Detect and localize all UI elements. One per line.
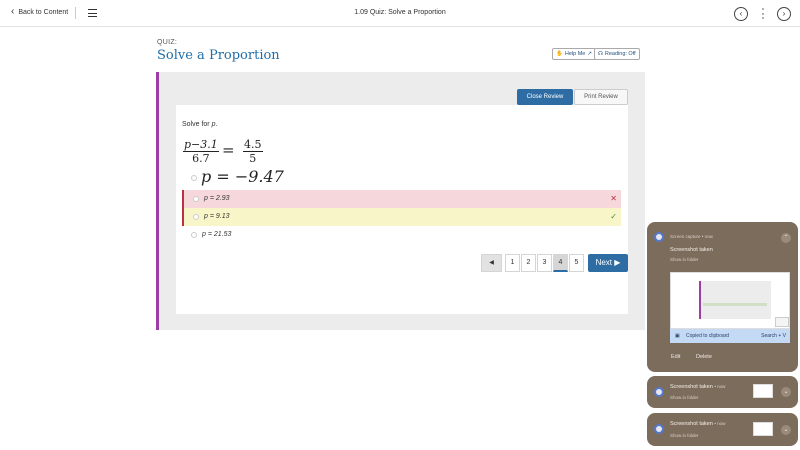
answer-option[interactable]: p = 21.53 xyxy=(182,226,621,244)
option-label: p = 9.13 xyxy=(204,213,230,220)
notification-meta: Screen capture • now xyxy=(670,234,713,239)
notification-title-row: Screenshot taken • now xyxy=(670,421,725,427)
page-5-button[interactable]: 5 xyxy=(569,254,584,272)
reading-label: Reading: Off xyxy=(604,51,636,57)
checkmark-icon: ✓ xyxy=(610,212,617,221)
answer-radio[interactable] xyxy=(193,196,199,202)
screen-capture-icon xyxy=(654,424,664,434)
answer-radio[interactable] xyxy=(191,232,197,238)
top-bar: ‹ Back to Content 1.09 Quiz: Solve a Pro… xyxy=(0,0,800,27)
edit-button[interactable]: Edit xyxy=(671,354,680,360)
link-icon: ↗ xyxy=(587,51,592,57)
paste-shortcut: Search + V xyxy=(761,333,786,339)
equals-sign: = xyxy=(222,141,235,159)
chevron-left-icon: ‹ xyxy=(739,9,743,18)
show-in-folder-link[interactable]: Show in folder xyxy=(670,257,699,262)
chevron-right-icon: › xyxy=(782,9,786,18)
headphones-icon: ☊ xyxy=(598,51,603,57)
answer-option-large[interactable]: p = −9.47 xyxy=(201,167,284,186)
copied-to-clipboard-bar: ▣ Copied to clipboard Search + V xyxy=(670,329,790,343)
help-label: Help Me xyxy=(564,51,586,57)
answer-option-wrong[interactable]: p = 2.93 ✕ xyxy=(182,190,621,208)
notification-title-row: Screenshot taken • now xyxy=(670,384,725,390)
option-label: p = 21.53 xyxy=(202,231,232,238)
next-activity-button[interactable]: › xyxy=(777,7,791,21)
collapse-icon[interactable]: ⌃ xyxy=(781,233,791,243)
quiz-name: Solve a Proportion xyxy=(157,48,280,63)
question-pager: ◀ 1 2 3 4 5 xyxy=(481,254,584,272)
previous-activity-button[interactable]: ‹ xyxy=(734,7,748,21)
notification-title: Screenshot taken xyxy=(670,384,713,390)
incorrect-x-icon: ✕ xyxy=(610,194,617,203)
right-denominator: 5 xyxy=(249,152,257,165)
page-2-button[interactable]: 2 xyxy=(521,254,536,272)
right-numerator: 4.5 xyxy=(243,138,263,152)
prompt-end: . xyxy=(215,121,218,128)
expand-icon[interactable]: ⌄ xyxy=(781,425,791,435)
right-fraction: 4.5 5 xyxy=(243,138,263,165)
print-review-button[interactable]: Print Review xyxy=(574,89,628,105)
page-4-button[interactable]: 4 xyxy=(553,254,568,272)
page-title: 1.09 Quiz: Solve a Proportion xyxy=(354,9,446,16)
notification-title: Screenshot taken xyxy=(670,421,713,427)
left-numerator: p−3.1 xyxy=(183,138,219,152)
quiz-label: QUIZ: xyxy=(157,39,178,46)
screenshot-notification[interactable]: Screenshot taken • now Show in folder ⌄ xyxy=(647,413,798,446)
delete-button[interactable]: Delete xyxy=(696,354,712,360)
notification-title: Screenshot taken xyxy=(670,247,713,253)
screenshot-thumbnail[interactable] xyxy=(753,422,773,436)
page-1-button[interactable]: 1 xyxy=(505,254,520,272)
show-in-folder-link[interactable]: Show in folder xyxy=(670,433,699,438)
show-in-folder-link[interactable]: Show in folder xyxy=(670,395,699,400)
page-3-button[interactable]: 3 xyxy=(537,254,552,272)
clipboard-icon: ▣ xyxy=(675,333,680,339)
left-denominator: 6.7 xyxy=(192,152,210,165)
copied-label: Copied to clipboard xyxy=(686,333,730,339)
screenshot-notification[interactable]: Screenshot taken • now Show in folder ⌄ xyxy=(647,376,798,408)
hand-icon: ✋ xyxy=(556,51,563,57)
answer-option-correct[interactable]: p = 9.13 ✓ xyxy=(182,208,621,226)
close-review-button[interactable]: Close Review xyxy=(517,89,573,105)
left-fraction: p−3.1 6.7 xyxy=(183,138,219,165)
previous-page-button[interactable]: ◀ xyxy=(481,254,502,272)
prompt-text: Solve for xyxy=(182,121,212,128)
separator-dots xyxy=(762,8,764,19)
question-prompt: Solve for p. xyxy=(182,121,217,128)
answer-radio[interactable] xyxy=(193,214,199,220)
help-me-button[interactable]: ✋ Help Me ↗ xyxy=(552,48,596,60)
notification-time: • now xyxy=(714,421,726,426)
answer-radio[interactable] xyxy=(191,175,197,181)
screenshot-thumbnail[interactable] xyxy=(753,384,773,398)
next-button[interactable]: Next ▶ xyxy=(588,254,628,272)
reading-toggle-button[interactable]: ☊ Reading: Off xyxy=(594,48,640,60)
notification-time: • now xyxy=(714,384,726,389)
screen-capture-icon xyxy=(654,232,664,242)
option-label: p = 2.93 xyxy=(204,195,230,202)
screen-capture-icon xyxy=(654,387,664,397)
expand-icon[interactable]: ⌄ xyxy=(781,387,791,397)
screenshot-preview-image[interactable] xyxy=(670,272,790,329)
